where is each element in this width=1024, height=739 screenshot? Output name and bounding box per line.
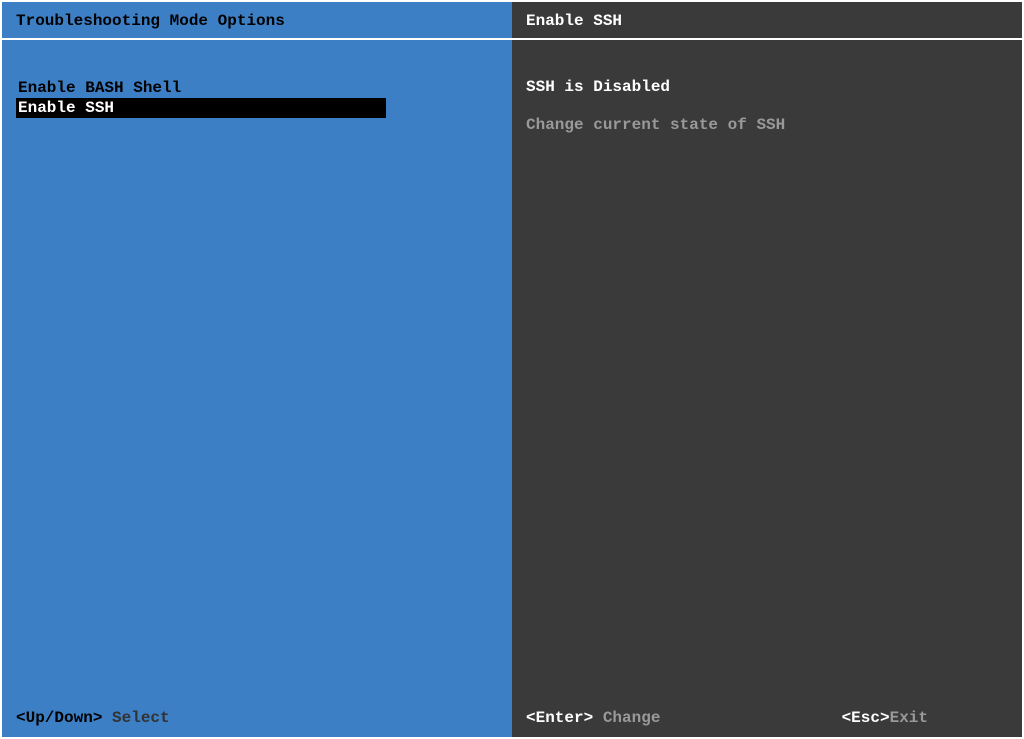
ssh-description: Change current state of SSH [526,116,1008,134]
left-footer: <Up/Down> Select [16,709,498,727]
esc-hint: <Esc>Exit [842,709,1008,727]
updown-hint: <Up/Down> Select [16,709,170,727]
ssh-status: SSH is Disabled [526,78,1008,96]
main-container: Troubleshooting Mode Options Enable BASH… [0,0,1024,739]
enter-hint: <Enter> Change [526,709,660,727]
esc-action: Exit [890,709,928,727]
left-panel-body: Enable BASH Shell Enable SSH [2,40,512,737]
left-panel-title: Troubleshooting Mode Options [2,2,512,40]
right-panel-body: SSH is Disabled Change current state of … [512,40,1022,737]
updown-key: <Up/Down> [16,709,102,727]
esc-key: <Esc> [842,709,890,727]
right-footer: <Enter> Change <Esc>Exit [526,709,1008,727]
right-panel-title: Enable SSH [512,2,1022,40]
menu-item-bash[interactable]: Enable BASH Shell [16,78,386,98]
updown-action: Select [102,709,169,727]
enter-key: <Enter> [526,709,593,727]
menu-item-ssh[interactable]: Enable SSH [16,98,386,118]
right-panel: Enable SSH SSH is Disabled Change curren… [512,2,1022,737]
left-panel: Troubleshooting Mode Options Enable BASH… [2,2,512,737]
enter-action: Change [593,709,660,727]
